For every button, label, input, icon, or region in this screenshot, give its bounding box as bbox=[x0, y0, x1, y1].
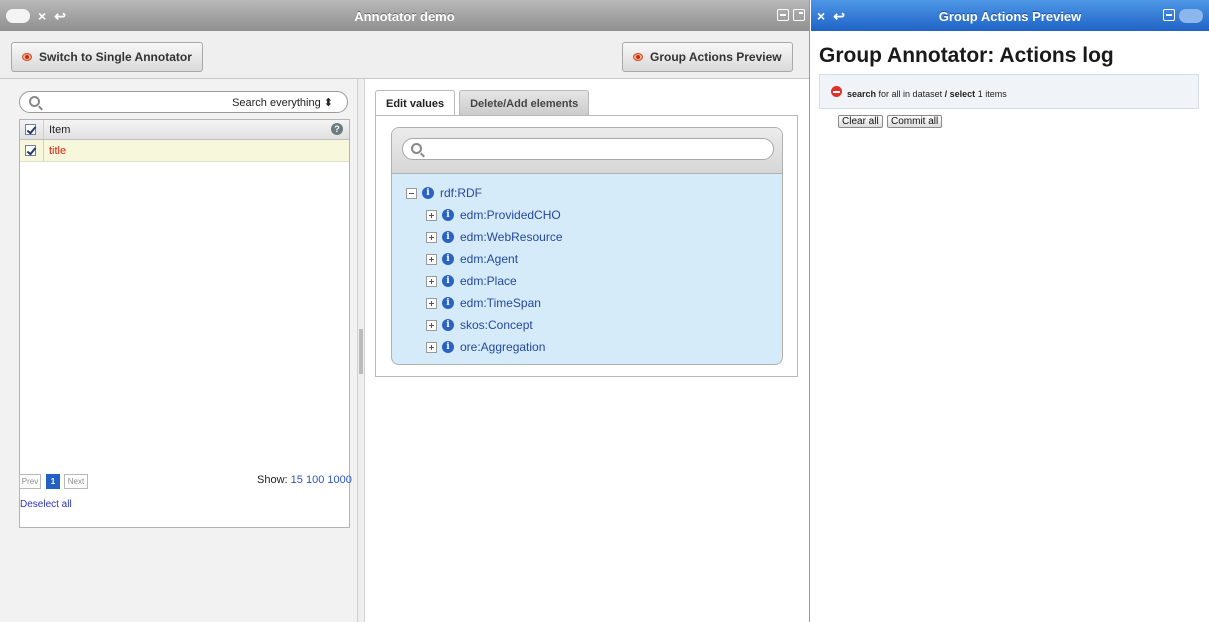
tab-delete-add-elements[interactable]: Delete/Add elements bbox=[459, 90, 590, 116]
group-actions-preview-button[interactable]: Group Actions Preview bbox=[622, 42, 793, 72]
tree-node[interactable]: i edm:ProvidedCHO bbox=[426, 207, 561, 223]
page-size-15[interactable]: 15 bbox=[291, 474, 303, 486]
minimize-icon[interactable] bbox=[1163, 9, 1175, 21]
clear-all-button[interactable]: Clear all bbox=[838, 115, 883, 128]
editor-tabs: Edit values Delete/Add elements bbox=[375, 90, 590, 117]
expand-icon[interactable] bbox=[426, 275, 437, 287]
items-grid: Item ? title bbox=[19, 119, 350, 528]
select-all-checkbox[interactable] bbox=[25, 124, 36, 135]
info-icon[interactable]: i bbox=[442, 275, 454, 287]
prev-page-button[interactable]: Prev bbox=[19, 474, 41, 489]
page-size-100[interactable]: 100 bbox=[306, 474, 324, 486]
expand-icon[interactable] bbox=[426, 319, 437, 331]
expand-icon[interactable] bbox=[426, 253, 437, 265]
edit-values-panel: i rdf:RDF i edm:ProvidedCHO i edm:WebRes… bbox=[375, 115, 798, 377]
schema-tree-box: i rdf:RDF i edm:ProvidedCHO i edm:WebRes… bbox=[391, 127, 783, 365]
eye-icon bbox=[633, 53, 643, 61]
app: × ↩ Annotator demo Switch to Single Anno… bbox=[0, 0, 1209, 622]
editor-pane: Edit values Delete/Add elements i rdf:RD… bbox=[365, 79, 809, 622]
row-label: title bbox=[49, 145, 67, 157]
expand-icon[interactable] bbox=[426, 297, 437, 309]
switch-single-annotator-button[interactable]: Switch to Single Annotator bbox=[11, 42, 203, 72]
tab-edit-values[interactable]: Edit values bbox=[375, 90, 456, 117]
row-checkbox[interactable] bbox=[25, 145, 36, 156]
tree-node[interactable]: i edm:WebResource bbox=[426, 229, 563, 245]
remove-action-icon[interactable] bbox=[831, 86, 842, 97]
tree-node[interactable]: i skos:Concept bbox=[426, 317, 533, 333]
grid-header: Item ? bbox=[20, 120, 349, 140]
actions-log-entry: search for all in dataset / select 1 ite… bbox=[819, 74, 1199, 109]
column-header-item: Item bbox=[49, 124, 71, 136]
tree-node-root[interactable]: i rdf:RDF bbox=[406, 185, 482, 201]
annotator-titlebar: × ↩ Annotator demo bbox=[0, 0, 809, 31]
splitter-grip[interactable] bbox=[359, 329, 363, 374]
tree-node[interactable]: i edm:Place bbox=[426, 273, 517, 289]
expand-icon[interactable] bbox=[426, 209, 437, 221]
window-pill-icon[interactable] bbox=[1179, 9, 1203, 23]
window-pill-icon[interactable] bbox=[6, 8, 30, 23]
detach-icon[interactable] bbox=[793, 9, 805, 21]
tree-node[interactable]: i ore:Aggregation bbox=[426, 339, 545, 355]
expand-icon[interactable] bbox=[426, 341, 437, 353]
eye-icon bbox=[22, 53, 32, 61]
minimize-icon[interactable] bbox=[777, 9, 789, 21]
annotator-window: × ↩ Annotator demo Switch to Single Anno… bbox=[0, 0, 810, 622]
items-search-input[interactable]: Search everything ⬍ bbox=[19, 91, 348, 113]
info-icon[interactable]: i bbox=[442, 231, 454, 243]
info-icon[interactable]: i bbox=[422, 187, 434, 199]
close-icon[interactable]: × bbox=[38, 9, 46, 23]
log-entry-text: search for all in dataset / select 1 ite… bbox=[847, 89, 1007, 99]
page-1-button[interactable]: 1 bbox=[46, 474, 60, 489]
back-icon[interactable]: ↩ bbox=[833, 9, 845, 23]
next-page-button[interactable]: Next bbox=[64, 474, 88, 489]
tree-node[interactable]: i edm:TimeSpan bbox=[426, 295, 541, 311]
info-icon[interactable]: i bbox=[442, 297, 454, 309]
table-row[interactable]: title bbox=[20, 140, 349, 162]
deselect-all-link[interactable]: Deselect all bbox=[20, 499, 72, 510]
search-icon bbox=[29, 96, 40, 107]
tree-search-input[interactable] bbox=[402, 138, 774, 160]
info-icon[interactable]: i bbox=[442, 341, 454, 353]
back-icon[interactable]: ↩ bbox=[54, 9, 66, 23]
page-size-selector: Show: 15 100 1000 bbox=[257, 474, 352, 486]
page-title: Group Annotator: Actions log bbox=[819, 44, 1114, 67]
info-icon[interactable]: i bbox=[442, 209, 454, 221]
group-actions-titlebar: × ↩ Group Actions Preview bbox=[811, 0, 1209, 31]
search-mode-select[interactable]: Search everything ⬍ bbox=[232, 96, 333, 109]
info-icon[interactable]: i bbox=[442, 253, 454, 265]
window-title: Group Actions Preview bbox=[938, 9, 1082, 24]
group-actions-window: × ↩ Group Actions Preview Group Annotato… bbox=[811, 0, 1209, 622]
page-size-1000[interactable]: 1000 bbox=[327, 474, 351, 486]
window-title: Annotator demo bbox=[354, 9, 455, 24]
pane-splitter[interactable] bbox=[357, 79, 365, 622]
close-icon[interactable]: × bbox=[817, 9, 825, 23]
collapse-icon[interactable] bbox=[406, 187, 417, 199]
tree-node[interactable]: i edm:Agent bbox=[426, 251, 518, 267]
commit-all-button[interactable]: Commit all bbox=[887, 115, 943, 128]
expand-icon[interactable] bbox=[426, 231, 437, 243]
annotator-toolbar: Switch to Single Annotator Group Actions… bbox=[0, 31, 809, 79]
items-pane: Search everything ⬍ Item ? title Prev 1 bbox=[0, 79, 357, 622]
info-icon[interactable]: i bbox=[442, 319, 454, 331]
search-icon bbox=[411, 143, 422, 154]
help-icon[interactable]: ? bbox=[331, 123, 343, 135]
